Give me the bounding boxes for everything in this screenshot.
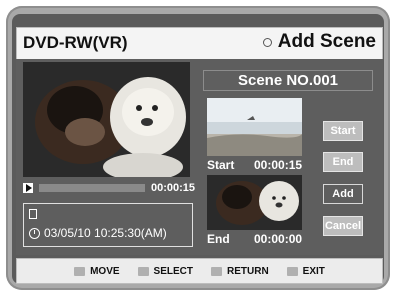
hint-move-label: MOVE [90,265,120,277]
hint-move: MOVE [74,265,120,277]
title-bar: DVD-RW(VR) Add Scene [16,27,383,60]
screen-title-text: Add Scene [277,31,376,52]
add-button[interactable]: Add [323,184,363,204]
screen-title: Add Scene [262,31,376,53]
end-thumbnail [207,175,302,230]
start-button[interactable]: Start [323,121,363,141]
end-caption-label: End [207,232,230,246]
puppies-thumb-image [207,175,302,230]
play-icon [23,183,33,193]
timestamp-line: 03/05/10 10:25:30(AM) [29,226,167,240]
puppies-image [23,62,190,177]
key-guide: MOVE SELECT RETURN EXIT [16,258,383,284]
end-caption-time: 00:00:00 [254,232,303,246]
hint-exit-label: EXIT [302,265,325,277]
start-caption-label: Start [207,158,235,172]
select-icon [137,266,149,276]
progress-track[interactable] [39,184,145,192]
device-label: DVD-RW(VR) [23,33,128,52]
beach-image [207,98,302,156]
scene-number: Scene NO.001 [203,70,373,91]
start-thumbnail [207,98,302,156]
exit-icon [286,266,298,276]
video-preview [23,62,190,177]
move-icon [74,266,86,276]
return-icon [211,266,222,276]
clock-icon [29,227,40,239]
recording-info: 03/05/10 10:25:30(AM) [23,203,193,247]
hint-exit: EXIT [286,265,325,277]
title-icon [29,209,37,219]
recording-timestamp: 03/05/10 10:25:30(AM) [44,226,167,240]
hint-return-label: RETURN [227,265,269,277]
hint-return: RETURN [211,266,269,277]
playback-time: 00:00:15 [150,182,195,194]
hint-select-label: SELECT [153,265,193,277]
playback-bar: 00:00:15 [23,180,195,196]
start-caption-time: 00:00:15 [254,158,303,172]
end-button[interactable]: End [323,152,363,172]
cancel-button[interactable]: Cancel [323,216,363,236]
circle-icon [262,37,272,47]
hint-select: SELECT [137,265,193,277]
